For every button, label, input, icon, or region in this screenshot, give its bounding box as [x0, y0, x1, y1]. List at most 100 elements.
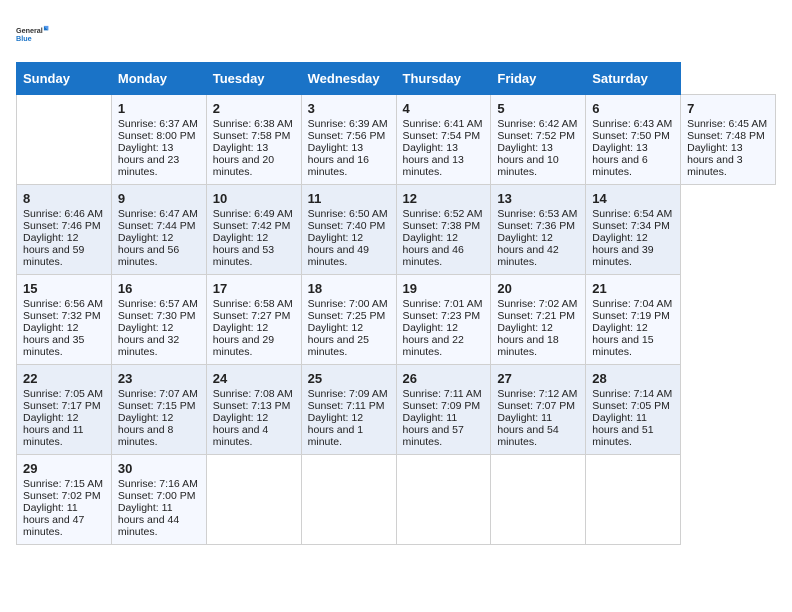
sunset-text: Sunset: 7:36 PM [497, 220, 575, 232]
calendar-cell: 15 Sunrise: 6:56 AMSunset: 7:32 PMDayligh… [17, 275, 112, 365]
col-header-monday: Monday [111, 63, 206, 95]
sunrise-text: Sunrise: 6:52 AM [403, 208, 483, 220]
svg-text:Blue: Blue [16, 34, 32, 43]
sunset-text: Sunset: 7:05 PM [592, 400, 670, 412]
calendar-cell: 12Sunrise: 6:52 AMSunset: 7:38 PMDayligh… [396, 185, 491, 275]
daylight-text: Daylight: 12 hours and 49 minutes. [308, 232, 369, 268]
sunset-text: Sunset: 7:54 PM [403, 130, 481, 142]
daylight-text: Daylight: 11 hours and 54 minutes. [497, 412, 558, 448]
sunset-text: Sunset: 7:07 PM [497, 400, 575, 412]
logo: GeneralBlue [16, 16, 52, 52]
calendar-cell: 5Sunrise: 6:42 AMSunset: 7:52 PMDaylight… [491, 95, 586, 185]
day-number: 14 [592, 191, 674, 206]
calendar-cell: 26Sunrise: 7:11 AMSunset: 7:09 PMDayligh… [396, 365, 491, 455]
sunrise-text: Sunrise: 6:58 AM [213, 298, 293, 310]
day-number: 23 [118, 371, 200, 386]
calendar-cell: 29Sunrise: 7:15 AMSunset: 7:02 PMDayligh… [17, 455, 112, 545]
calendar-cell: 23Sunrise: 7:07 AMSunset: 7:15 PMDayligh… [111, 365, 206, 455]
day-number: 18 [308, 281, 390, 296]
calendar-cell: 3Sunrise: 6:39 AMSunset: 7:56 PMDaylight… [301, 95, 396, 185]
sunrise-text: Sunrise: 6:50 AM [308, 208, 388, 220]
calendar-week-row: 1Sunrise: 6:37 AMSunset: 8:00 PMDaylight… [17, 95, 776, 185]
sunset-text: Sunset: 7:56 PM [308, 130, 386, 142]
sunrise-text: Sunrise: 7:05 AM [23, 388, 103, 400]
calendar-cell: 7Sunrise: 6:45 AMSunset: 7:48 PMDaylight… [681, 95, 776, 185]
sunrise-text: Sunrise: 6:39 AM [308, 118, 388, 130]
calendar-cell: 22Sunrise: 7:05 AMSunset: 7:17 PMDayligh… [17, 365, 112, 455]
day-number: 30 [118, 461, 200, 476]
sunset-text: Sunset: 7:40 PM [308, 220, 386, 232]
sunrise-text: Sunrise: 7:00 AM [308, 298, 388, 310]
daylight-text: Daylight: 12 hours and 39 minutes. [592, 232, 653, 268]
col-header-thursday: Thursday [396, 63, 491, 95]
sunset-text: Sunset: 7:17 PM [23, 400, 101, 412]
sunrise-text: Sunrise: 7:04 AM [592, 298, 672, 310]
day-number: 15 [23, 281, 105, 296]
page-header: GeneralBlue [16, 16, 776, 52]
sunset-text: Sunset: 7:00 PM [118, 490, 196, 502]
daylight-text: Daylight: 11 hours and 57 minutes. [403, 412, 464, 448]
sunset-text: Sunset: 7:32 PM [23, 310, 101, 322]
sunrise-text: Sunrise: 6:45 AM [687, 118, 767, 130]
daylight-text: Daylight: 12 hours and 32 minutes. [118, 322, 179, 358]
sunrise-text: Sunrise: 7:01 AM [403, 298, 483, 310]
day-number: 17 [213, 281, 295, 296]
sunset-text: Sunset: 7:15 PM [118, 400, 196, 412]
sunrise-text: Sunrise: 6:53 AM [497, 208, 577, 220]
daylight-text: Daylight: 13 hours and 6 minutes. [592, 142, 647, 178]
day-number: 6 [592, 101, 674, 116]
calendar-cell: 2Sunrise: 6:38 AMSunset: 7:58 PMDaylight… [206, 95, 301, 185]
sunset-text: Sunset: 7:42 PM [213, 220, 291, 232]
calendar-cell: 11 Sunrise: 6:50 AMSunset: 7:40 PMDayligh… [301, 185, 396, 275]
sunset-text: Sunset: 7:11 PM [308, 400, 385, 412]
sunrise-text: Sunrise: 6:43 AM [592, 118, 672, 130]
col-header-saturday: Saturday [586, 63, 681, 95]
calendar-cell: 19Sunrise: 7:01 AMSunset: 7:23 PMDayligh… [396, 275, 491, 365]
daylight-text: Daylight: 12 hours and 59 minutes. [23, 232, 84, 268]
day-number: 21 [592, 281, 674, 296]
calendar-cell: 24Sunrise: 7:08 AMSunset: 7:13 PMDayligh… [206, 365, 301, 455]
daylight-text: Daylight: 12 hours and 25 minutes. [308, 322, 369, 358]
sunrise-text: Sunrise: 7:09 AM [308, 388, 388, 400]
daylight-text: Daylight: 12 hours and 35 minutes. [23, 322, 84, 358]
logo-icon: GeneralBlue [16, 16, 52, 52]
daylight-text: Daylight: 13 hours and 10 minutes. [497, 142, 558, 178]
day-number: 28 [592, 371, 674, 386]
sunrise-text: Sunrise: 6:38 AM [213, 118, 293, 130]
daylight-text: Daylight: 12 hours and 46 minutes. [403, 232, 464, 268]
day-number: 8 [23, 191, 105, 206]
sunset-text: Sunset: 7:50 PM [592, 130, 670, 142]
day-number: 27 [497, 371, 579, 386]
day-number: 12 [403, 191, 485, 206]
sunrise-text: Sunrise: 7:16 AM [118, 478, 198, 490]
svg-text:General: General [16, 26, 43, 35]
day-number: 11 [308, 191, 390, 206]
sunrise-text: Sunrise: 7:12 AM [497, 388, 577, 400]
sunset-text: Sunset: 7:27 PM [213, 310, 291, 322]
sunset-text: Sunset: 7:21 PM [497, 310, 575, 322]
sunrise-text: Sunrise: 6:49 AM [213, 208, 293, 220]
day-number: 4 [403, 101, 485, 116]
sunset-text: Sunset: 7:48 PM [687, 130, 765, 142]
calendar-cell: 9Sunrise: 6:47 AMSunset: 7:44 PMDaylight… [111, 185, 206, 275]
sunrise-text: Sunrise: 6:56 AM [23, 298, 103, 310]
daylight-text: Daylight: 12 hours and 1 minute. [308, 412, 363, 448]
sunset-text: Sunset: 7:30 PM [118, 310, 196, 322]
day-number: 10 [213, 191, 295, 206]
sunrise-text: Sunrise: 6:54 AM [592, 208, 672, 220]
sunset-text: Sunset: 7:25 PM [308, 310, 386, 322]
sunrise-text: Sunrise: 6:37 AM [118, 118, 198, 130]
calendar-cell: 16Sunrise: 6:57 AMSunset: 7:30 PMDayligh… [111, 275, 206, 365]
calendar-week-row: 15Sunrise: 6:56 AMSunset: 7:32 PMDayligh… [17, 275, 776, 365]
daylight-text: Daylight: 11 hours and 51 minutes. [592, 412, 653, 448]
daylight-text: Daylight: 12 hours and 4 minutes. [213, 412, 268, 448]
sunrise-text: Sunrise: 6:41 AM [403, 118, 483, 130]
col-header-sunday: Sunday [17, 63, 112, 95]
calendar-cell: 30Sunrise: 7:16 AMSunset: 7:00 PMDayligh… [111, 455, 206, 545]
sunrise-text: Sunrise: 7:11 AM [403, 388, 482, 400]
sunset-text: Sunset: 8:00 PM [118, 130, 196, 142]
col-header-friday: Friday [491, 63, 586, 95]
calendar-cell [586, 455, 681, 545]
col-header-tuesday: Tuesday [206, 63, 301, 95]
calendar-cell [301, 455, 396, 545]
